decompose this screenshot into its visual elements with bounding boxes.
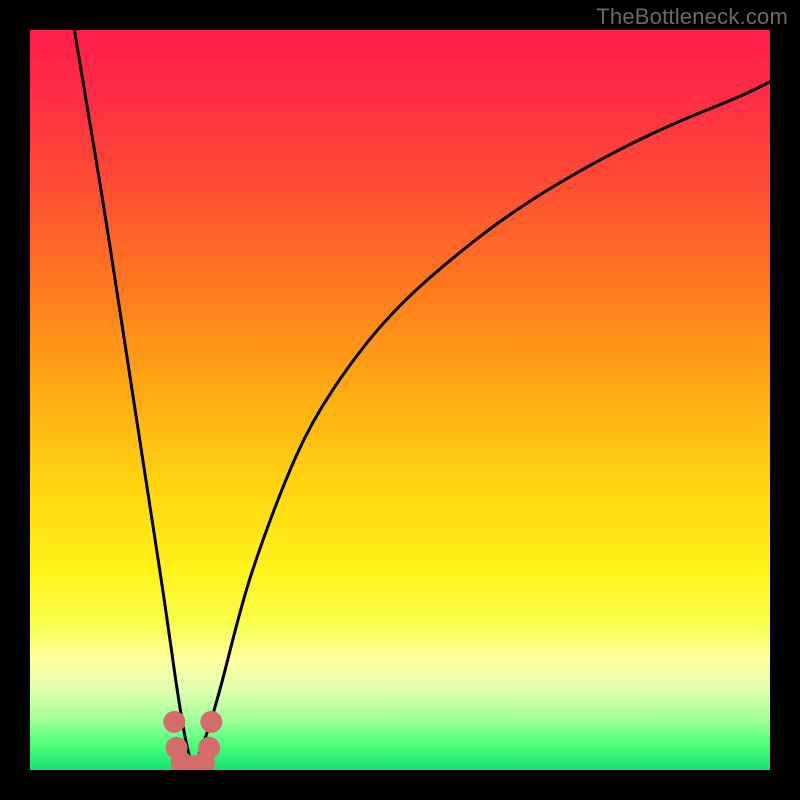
chart-curves <box>30 30 770 770</box>
marker-dot <box>200 711 222 733</box>
curve-left-branch <box>74 30 192 770</box>
watermark-text: TheBottleneck.com <box>596 4 788 30</box>
marker-dot <box>198 737 220 759</box>
marker-dot <box>163 711 185 733</box>
bottleneck-marker-cluster <box>163 711 222 770</box>
curve-right-branch <box>193 82 770 770</box>
chart-plot-area <box>30 30 770 770</box>
